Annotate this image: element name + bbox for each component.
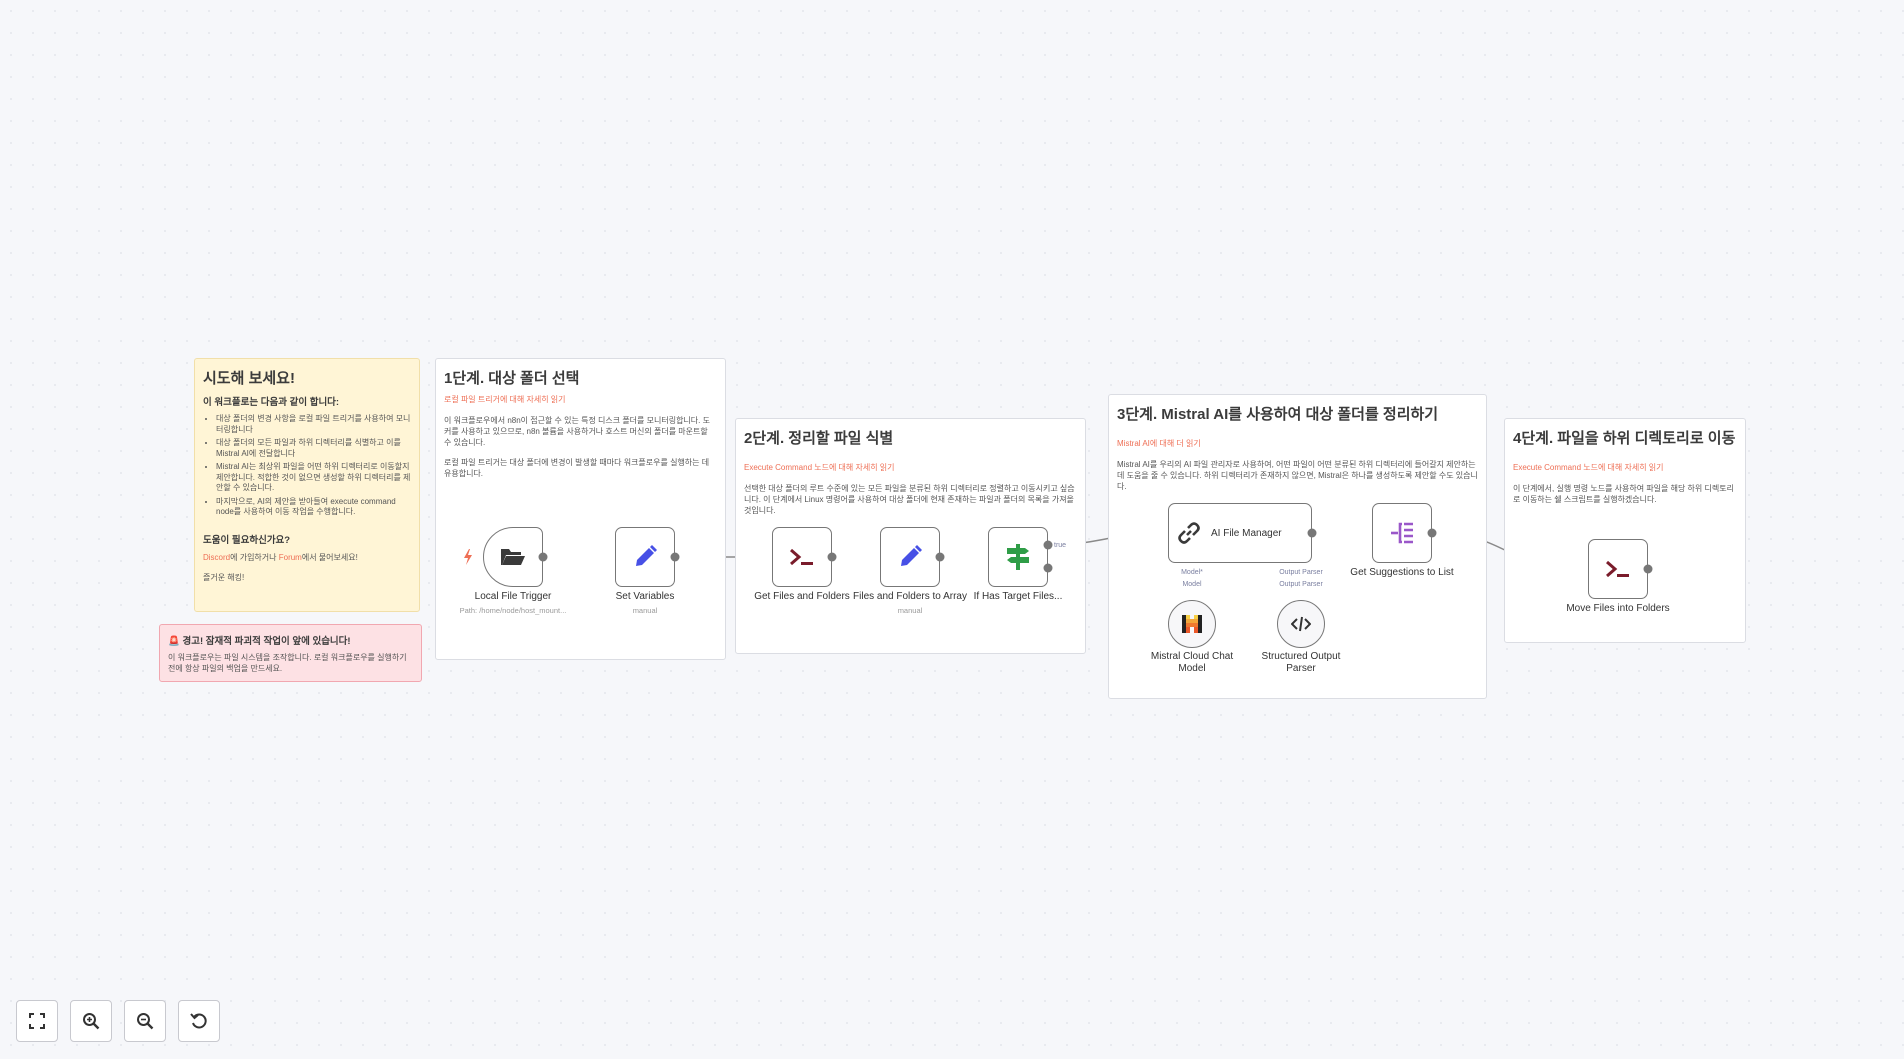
zoom-in-button[interactable] [70, 1000, 112, 1042]
output-handle [538, 552, 548, 562]
fit-view-icon [29, 1013, 45, 1029]
zoom-out-button[interactable] [124, 1000, 166, 1042]
true-output-handle [1043, 540, 1053, 550]
output-handle [670, 552, 680, 562]
zoom-out-icon [137, 1013, 154, 1030]
output-handle [827, 552, 837, 562]
handles-layer [538, 528, 1653, 574]
output-handle [1643, 564, 1653, 574]
false-output-handle [1043, 563, 1053, 573]
fit-view-button[interactable] [16, 1000, 58, 1042]
zoom-in-icon [83, 1013, 100, 1030]
output-handle [1427, 528, 1437, 538]
output-handle [935, 552, 945, 562]
output-handle [1307, 528, 1317, 538]
reset-zoom-button[interactable] [178, 1000, 220, 1042]
reset-zoom-icon [190, 1013, 207, 1029]
